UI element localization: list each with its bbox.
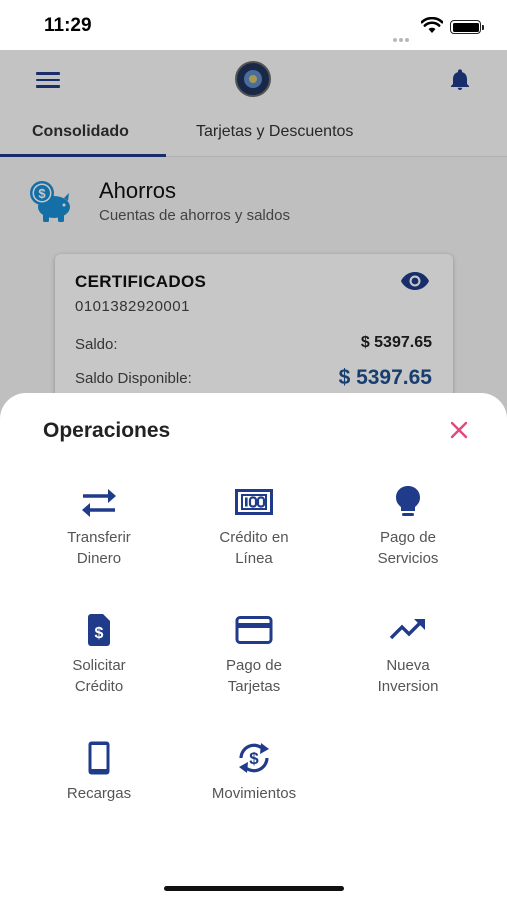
home-indicator[interactable] (164, 886, 344, 891)
credit-card-icon (235, 616, 273, 644)
cellular-signal-icon (393, 29, 415, 60)
op-nueva-inversion[interactable]: Nueva Inversion (333, 613, 483, 697)
op-label-line1: Solicitar (72, 657, 126, 674)
op-transferir-dinero[interactable]: Transferir Dinero (24, 485, 174, 569)
op-label-line1: Nueva (386, 657, 430, 674)
op-credito-en-linea[interactable]: Crédito en Línea (179, 485, 329, 569)
svg-text:$: $ (249, 749, 259, 768)
op-label-line1: Pago de (380, 529, 436, 546)
op-label-line2: Línea (235, 550, 273, 567)
lightbulb-icon (396, 486, 420, 516)
op-label-line2: Inversion (377, 678, 439, 695)
trending-up-icon (389, 619, 425, 640)
battery-icon (450, 20, 484, 34)
sheet-title: Operaciones (43, 419, 171, 442)
op-label-line1: Movimientos (211, 785, 297, 802)
money-bill-icon (235, 489, 273, 515)
transfer-arrows-icon (82, 489, 116, 517)
op-label-line1: Pago de (226, 657, 282, 674)
operations-sheet: Operaciones Transferir Dinero Crédito en… (0, 393, 507, 900)
dollar-document-icon: $ (88, 614, 110, 646)
op-movimientos[interactable]: $ Movimientos (179, 741, 329, 804)
status-bar: 11:29 (0, 0, 507, 60)
op-pago-servicios[interactable]: Pago de Servicios (333, 485, 483, 569)
dollar-refresh-icon: $ (239, 743, 269, 773)
smartphone-icon (88, 741, 110, 775)
op-label-line2: Servicios (377, 550, 439, 567)
close-icon[interactable] (449, 420, 469, 440)
op-label-line1: Recargas (66, 785, 132, 802)
wifi-icon (421, 17, 443, 33)
svg-text:$: $ (95, 625, 104, 642)
op-label-line1: Transferir (67, 529, 131, 546)
op-label-line2: Crédito (74, 678, 124, 695)
op-pago-tarjetas[interactable]: Pago de Tarjetas (179, 613, 329, 697)
status-time: 11:29 (44, 15, 92, 36)
op-solicitar-credito[interactable]: $ Solicitar Crédito (24, 613, 174, 697)
op-recargas[interactable]: Recargas (24, 741, 174, 804)
op-label-line2: Dinero (76, 550, 122, 567)
op-label-line1: Crédito en (219, 529, 289, 546)
op-label-line2: Tarjetas (227, 678, 281, 695)
